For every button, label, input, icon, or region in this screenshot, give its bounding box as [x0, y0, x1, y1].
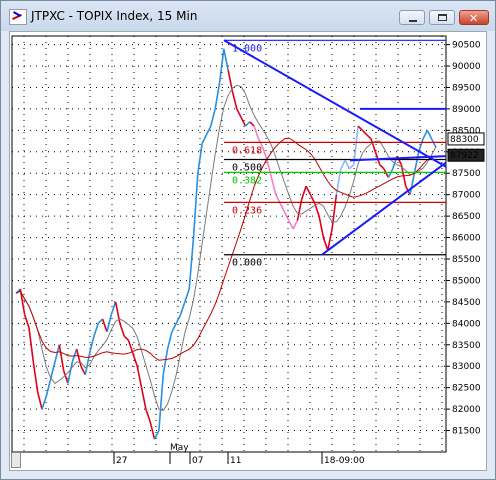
price-label-text: 87922 [450, 151, 479, 161]
y-tick-label: 84500 [452, 298, 481, 308]
close-icon: ✕ [469, 12, 479, 25]
fib-level-label: 0.618 [232, 145, 262, 156]
y-tick-label: 86500 [452, 212, 481, 222]
chart-scroll-thumb[interactable] [11, 452, 21, 468]
title-bar[interactable]: JTPXC - TOPIX Index, 15 Min ✕ [1, 1, 495, 31]
y-tick-label: 89000 [452, 105, 481, 115]
chart-window: JTPXC - TOPIX Index, 15 Min ✕ 81500 82000… [0, 0, 496, 480]
maximize-icon [438, 14, 447, 21]
y-tick-label: 85000 [452, 276, 481, 286]
y-tick-label: 86000 [452, 234, 481, 244]
minimize-button[interactable] [399, 10, 425, 25]
y-tick-label: 83000 [452, 362, 481, 372]
y-tick-label: 83500 [452, 341, 481, 351]
y-tick-label: 85500 [452, 255, 481, 265]
maximize-button[interactable] [429, 10, 455, 25]
y-tick-label: 90500 [452, 41, 481, 51]
x-tick-label: 07 [192, 456, 203, 466]
y-tick-label: 87000 [452, 191, 481, 201]
price-chart[interactable]: 81500 82000 82500 83000 83500 84000 84500 85000… [10, 32, 488, 472]
y-tick-label: 81500 [452, 427, 481, 437]
chart-app-icon [9, 9, 27, 25]
y-tick-label: 90000 [452, 62, 481, 72]
price-label-text: 88300 [450, 135, 479, 145]
close-button[interactable]: ✕ [459, 10, 489, 25]
window-title: JTPXC - TOPIX Index, 15 Min [31, 9, 198, 23]
y-tick-label: 82000 [452, 405, 481, 415]
chart-area[interactable]: 81500 82000 82500 83000 83500 84000 84500 85000… [9, 31, 487, 471]
fib-level-label: 0.382 [232, 175, 262, 186]
plot-frame [11, 35, 447, 453]
minimize-icon [409, 20, 417, 22]
y-tick-label: 89500 [452, 83, 481, 93]
x-tick-label: May [170, 443, 189, 453]
fib-level-label: 0.000 [232, 258, 262, 269]
y-tick-label: 87500 [452, 169, 481, 179]
x-tick-label: 11 [230, 456, 241, 466]
y-tick-label: 82500 [452, 384, 481, 394]
x-tick-label: 27 [116, 456, 127, 466]
x-tick-label: 18-09:00 [324, 456, 365, 466]
fib-level-label: 0.236 [232, 205, 262, 216]
y-tick-label: 84000 [452, 319, 481, 329]
